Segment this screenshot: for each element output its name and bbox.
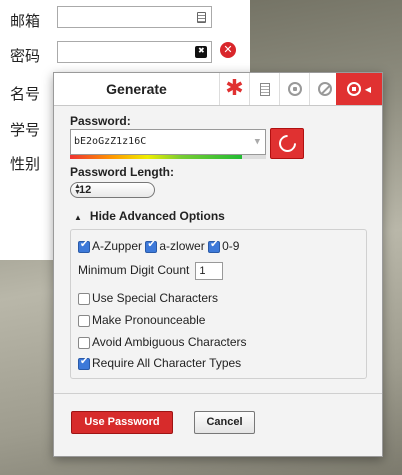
triangle-up-icon: ▲ <box>74 213 82 222</box>
special-chars-checkbox[interactable] <box>78 292 90 305</box>
notebook-icon[interactable] <box>197 12 206 23</box>
uppercase-option[interactable]: A-Zupper <box>78 239 142 253</box>
caret-left-icon: ◀ <box>364 84 372 94</box>
gender-label: 性别 <box>10 155 41 173</box>
student-id-label: 学号 <box>10 121 41 139</box>
min-digit-label: Minimum Digit Count <box>78 263 190 278</box>
email-label: 邮箱 <box>10 12 41 30</box>
all-types-label: Require All Character Types <box>92 356 242 370</box>
special-chars-option[interactable]: Use Special Characters <box>78 291 218 305</box>
pronounceable-option[interactable]: Make Pronounceable <box>78 313 205 327</box>
password-length-select[interactable]: ▲ ▼ 12 <box>70 182 155 198</box>
strength-meter-fill <box>70 155 243 159</box>
lowercase-label: a-zlower <box>159 239 205 253</box>
all-types-checkbox[interactable] <box>78 356 90 370</box>
password-label: Password: <box>70 114 131 128</box>
ambiguous-label: Avoid Ambiguous Characters <box>92 335 247 349</box>
name-label: 名号 <box>10 85 41 103</box>
lowercase-checkbox[interactable] <box>145 239 158 253</box>
notebook-icon <box>259 82 270 96</box>
cancel-button[interactable]: Cancel <box>194 411 255 434</box>
pronounceable-label: Make Pronounceable <box>92 313 206 327</box>
password-generator-popup: Generate ✱ ◀ Password: bE2oGzZ1z16C ▼ Pa… <box>53 72 383 457</box>
email-field[interactable] <box>57 6 212 28</box>
generated-password-value: bE2oGzZ1z16C <box>74 136 147 147</box>
popup-title: Generate <box>106 81 167 97</box>
tab-never[interactable] <box>309 73 339 105</box>
digits-option[interactable]: 0-9 <box>208 239 239 253</box>
tab-notes[interactable] <box>249 73 279 105</box>
password-field[interactable] <box>57 41 212 63</box>
lastpass-field-icon[interactable] <box>195 46 207 58</box>
lastpass-icon <box>346 82 361 96</box>
special-chars-label: Use Special Characters <box>92 291 219 305</box>
lock-icon <box>287 82 302 96</box>
regenerate-button[interactable] <box>270 128 304 159</box>
lastpass-menu-button[interactable]: ◀ <box>336 73 382 105</box>
ambiguous-option[interactable]: Avoid Ambiguous Characters <box>78 335 247 349</box>
pronounceable-checkbox[interactable] <box>78 314 90 327</box>
password-label: 密码 <box>10 47 41 65</box>
asterisk-icon: ✱ <box>225 76 244 101</box>
error-icon: ✕ <box>220 42 236 58</box>
min-digit-input[interactable]: 1 <box>195 262 224 280</box>
generated-password-field[interactable]: bE2oGzZ1z16C ▼ <box>70 129 266 155</box>
advanced-options-toggle-label: Hide Advanced Options <box>89 209 225 223</box>
uppercase-label: A-Zupper <box>92 239 143 253</box>
uppercase-checkbox[interactable] <box>78 239 90 253</box>
tab-generate[interactable]: ✱ <box>219 73 249 105</box>
digits-checkbox[interactable] <box>208 239 221 253</box>
footer-divider <box>54 393 382 394</box>
digits-label: 0-9 <box>222 239 240 253</box>
use-password-button[interactable]: Use Password <box>71 411 173 434</box>
ambiguous-checkbox[interactable] <box>78 336 90 349</box>
lowercase-option[interactable]: a-zlower <box>145 239 205 253</box>
password-length-label: Password Length: <box>70 165 175 179</box>
select-arrows-icon: ▲ ▼ <box>74 183 81 196</box>
strength-meter <box>70 155 266 159</box>
block-icon <box>317 82 332 96</box>
tab-lock[interactable] <box>279 73 309 105</box>
refresh-icon <box>274 131 300 156</box>
popup-header: Generate ✱ ◀ <box>54 73 382 106</box>
advanced-options-toggle[interactable]: ▲ Hide Advanced Options <box>74 209 225 223</box>
dropdown-arrow-icon[interactable]: ▼ <box>255 130 260 154</box>
advanced-options-panel: A-Zupper a-zlower 0-9 Minimum Digit Coun… <box>70 229 367 379</box>
all-types-option[interactable]: Require All Character Types <box>78 356 241 370</box>
